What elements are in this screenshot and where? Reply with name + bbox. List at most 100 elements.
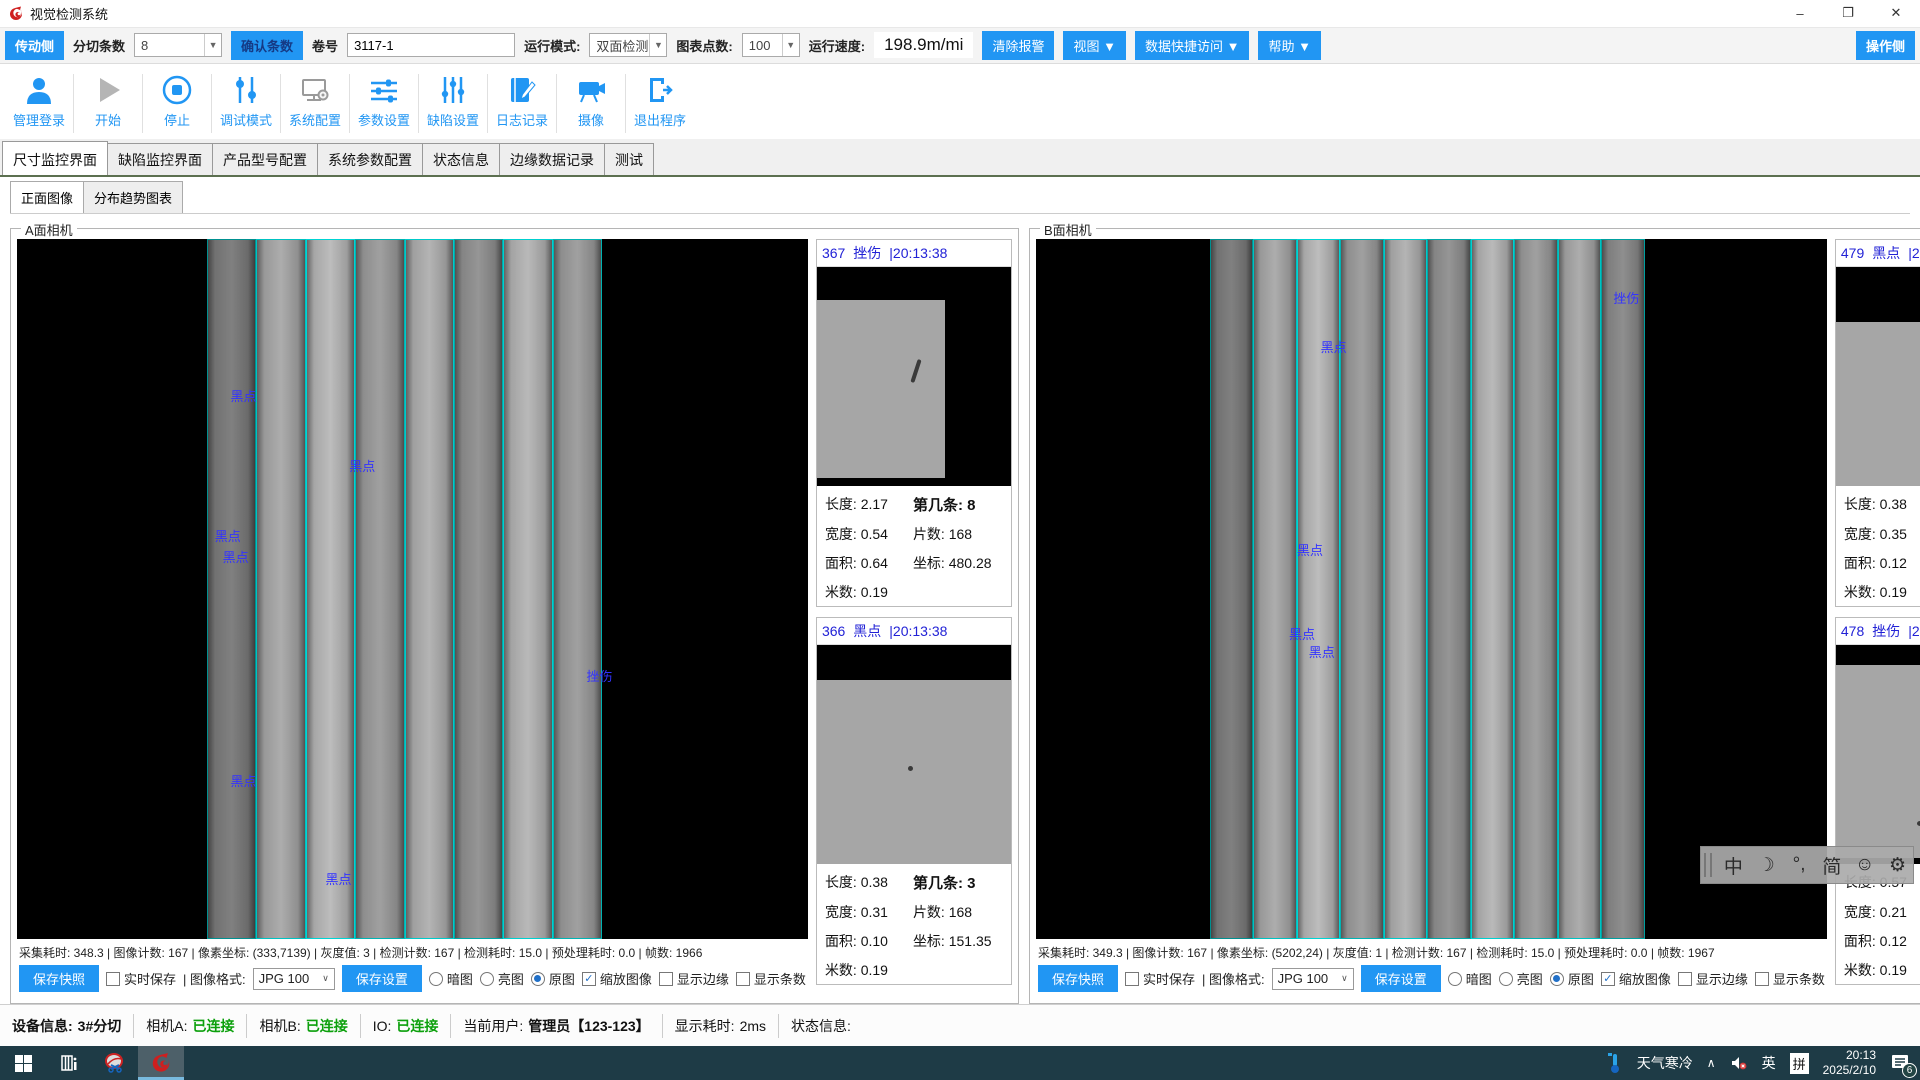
defect-label: 挫伤 [1613, 288, 1639, 307]
chart-points-select[interactable]: 100 ▼ [742, 33, 800, 57]
show-strips-checkbox[interactable]: 显示条数 [1755, 969, 1825, 988]
debug-mode-button[interactable]: 调试模式 [213, 70, 279, 138]
language-indicator[interactable]: 英 [1762, 1053, 1776, 1073]
capture-button[interactable]: 摄像 [558, 70, 624, 138]
vision-app-taskbar-button[interactable] [138, 1046, 184, 1080]
ime-mode-indicator[interactable]: 拼 [1790, 1053, 1809, 1074]
tab-defect-monitor[interactable]: 缺陷监控界面 [107, 143, 213, 175]
defect-card[interactable]: 366 黑点 |20:13:38 长度: 0.38 第几条: 3 宽度: 0.3… [816, 617, 1012, 985]
data-quick-access-button[interactable]: 数据快捷访问 ▼ [1135, 31, 1249, 60]
clock[interactable]: 20:13 2025/2/10 [1823, 1048, 1876, 1078]
system-config-button[interactable]: 系统配置 [282, 70, 348, 138]
roll-number-input[interactable] [347, 33, 515, 57]
start-button[interactable]: 开始 [75, 70, 141, 138]
task-view-icon [59, 1053, 79, 1073]
realtime-save-checkbox[interactable]: 实时保存 [1125, 969, 1195, 988]
tray-expand-chevron[interactable]: ∧ [1707, 1056, 1716, 1070]
dark-image-radio[interactable]: 暗图 [429, 969, 473, 988]
defect-settings-button[interactable]: 缺陷设置 [420, 70, 486, 138]
device-info-value: 3#分切 [78, 1016, 122, 1036]
tab-size-monitor[interactable]: 尺寸监控界面 [2, 141, 108, 175]
slit-count-label: 分切条数 [73, 36, 125, 55]
ime-drag-handle[interactable] [1704, 853, 1712, 877]
show-strips-checkbox[interactable]: 显示条数 [736, 969, 806, 988]
subtab-front-image[interactable]: 正面图像 [10, 181, 84, 213]
save-settings-button[interactable]: 保存设置 [342, 965, 422, 992]
io-conn-label: IO: [373, 1018, 392, 1034]
stop-button[interactable]: 停止 [144, 70, 210, 138]
slit-count-value: 8 [141, 38, 148, 53]
app-window: 视觉检测系统 – ❐ ✕ 传动侧 分切条数 8 ▼ 确认条数 卷号 运行模式: … [0, 0, 1920, 1080]
chevron-down-icon: ∨ [1336, 973, 1353, 984]
close-button[interactable]: ✕ [1872, 0, 1920, 27]
start-button[interactable] [0, 1046, 46, 1080]
ime-simplified-mode[interactable]: 简 [1816, 852, 1847, 879]
ime-chinese-mode[interactable]: 中 [1718, 852, 1749, 879]
ime-fullwidth-moon-icon[interactable]: ☽ [1751, 854, 1782, 877]
ime-settings-gear-icon[interactable]: ⚙ [1882, 854, 1913, 877]
tab-system-param-config[interactable]: 系统参数配置 [317, 143, 423, 175]
image-format-select[interactable]: JPG 100∨ [253, 968, 335, 990]
bright-image-radio[interactable]: 亮图 [480, 969, 524, 988]
zoom-image-checkbox[interactable]: ✓缩放图像 [582, 969, 652, 988]
subtab-distribution-chart[interactable]: 分布趋势图表 [83, 181, 183, 213]
save-snapshot-button[interactable]: 保存快照 [19, 965, 99, 992]
tab-product-model-config[interactable]: 产品型号配置 [212, 143, 318, 175]
original-image-radio[interactable]: 原图 [1550, 969, 1594, 988]
image-format-label: | 图像格式: [183, 969, 246, 988]
thermometer-icon [1607, 1052, 1623, 1074]
run-speed-label: 运行速度: [809, 36, 865, 55]
camera-a-conn-label: 相机A: [146, 1016, 187, 1036]
defect-id: 479 [1841, 245, 1864, 261]
defect-card[interactable]: 479 黑点 |20:13:38 长度: 0.38 第几条: 4 宽度: 0.3… [1835, 239, 1920, 607]
maximize-button[interactable]: ❐ [1824, 0, 1872, 27]
admin-login-button[interactable]: 管理登录 [6, 70, 72, 138]
main-content: 正面图像 分布趋势图表 A面相机 黑点 黑点 [0, 177, 1920, 1004]
defect-stats: 长度: 2.17 第几条: 8 宽度: 0.54 片数: 168 面积: 0.6… [817, 486, 1011, 606]
clear-alarm-button[interactable]: 清除报警 [982, 31, 1054, 60]
weather-text[interactable]: 天气寒冷 [1637, 1053, 1693, 1073]
minimize-button[interactable]: – [1776, 0, 1824, 27]
show-edge-checkbox[interactable]: 显示边缘 [659, 969, 729, 988]
parameter-settings-button[interactable]: 参数设置 [351, 70, 417, 138]
snipping-app-button[interactable] [92, 1046, 138, 1080]
defect-thumbnail [817, 266, 1011, 486]
tab-edge-data-record[interactable]: 边缘数据记录 [499, 143, 605, 175]
drive-side-button[interactable]: 传动侧 [5, 31, 64, 60]
defect-card[interactable]: 478 挫伤 |20:13:38 长度: 0.57 第几条: 3 宽度: 0.2… [1835, 617, 1920, 985]
tab-test[interactable]: 测试 [604, 143, 654, 175]
ime-punctuation-icon[interactable]: °, [1784, 854, 1815, 876]
slit-count-select[interactable]: 8 ▼ [134, 33, 222, 57]
task-view-button[interactable] [46, 1046, 92, 1080]
image-format-select[interactable]: JPG 100∨ [1272, 968, 1354, 990]
notification-center-button[interactable]: 6 [1890, 1053, 1910, 1074]
original-image-radio[interactable]: 原图 [531, 969, 575, 988]
confirm-count-button[interactable]: 确认条数 [231, 31, 303, 60]
operator-side-button[interactable]: 操作侧 [1856, 31, 1915, 60]
defect-id: 367 [822, 245, 845, 261]
save-snapshot-button[interactable]: 保存快照 [1038, 965, 1118, 992]
app-logo-icon [8, 5, 24, 21]
defect-id: 478 [1841, 623, 1864, 639]
system-config-icon [299, 74, 331, 106]
camera-a-strips [207, 239, 602, 939]
show-edge-checkbox[interactable]: 显示边缘 [1678, 969, 1748, 988]
tab-status-info[interactable]: 状态信息 [422, 143, 500, 175]
log-record-button[interactable]: 日志记录 [489, 70, 555, 138]
debug-sliders-icon [230, 74, 262, 106]
help-menu-button[interactable]: 帮助 ▼ [1258, 31, 1320, 60]
dark-image-radio[interactable]: 暗图 [1448, 969, 1492, 988]
volume-muted-icon[interactable] [1730, 1055, 1748, 1071]
ime-emoji-icon[interactable]: ☺ [1849, 854, 1880, 876]
view-menu-button[interactable]: 视图 ▼ [1063, 31, 1125, 60]
run-mode-select[interactable]: 双面检测 ▼ [589, 33, 667, 57]
exit-program-button[interactable]: 退出程序 [627, 70, 693, 138]
stop-icon [161, 74, 193, 106]
bright-image-radio[interactable]: 亮图 [1499, 969, 1543, 988]
realtime-save-checkbox[interactable]: 实时保存 [106, 969, 176, 988]
parameter-sliders-icon [368, 74, 400, 106]
save-settings-button[interactable]: 保存设置 [1361, 965, 1441, 992]
zoom-image-checkbox[interactable]: ✓缩放图像 [1601, 969, 1671, 988]
defect-label: 黑点 [1321, 337, 1347, 356]
defect-card[interactable]: 367 挫伤 |20:13:38 长度: 2.17 第几条: 8 宽度: 0.5… [816, 239, 1012, 607]
